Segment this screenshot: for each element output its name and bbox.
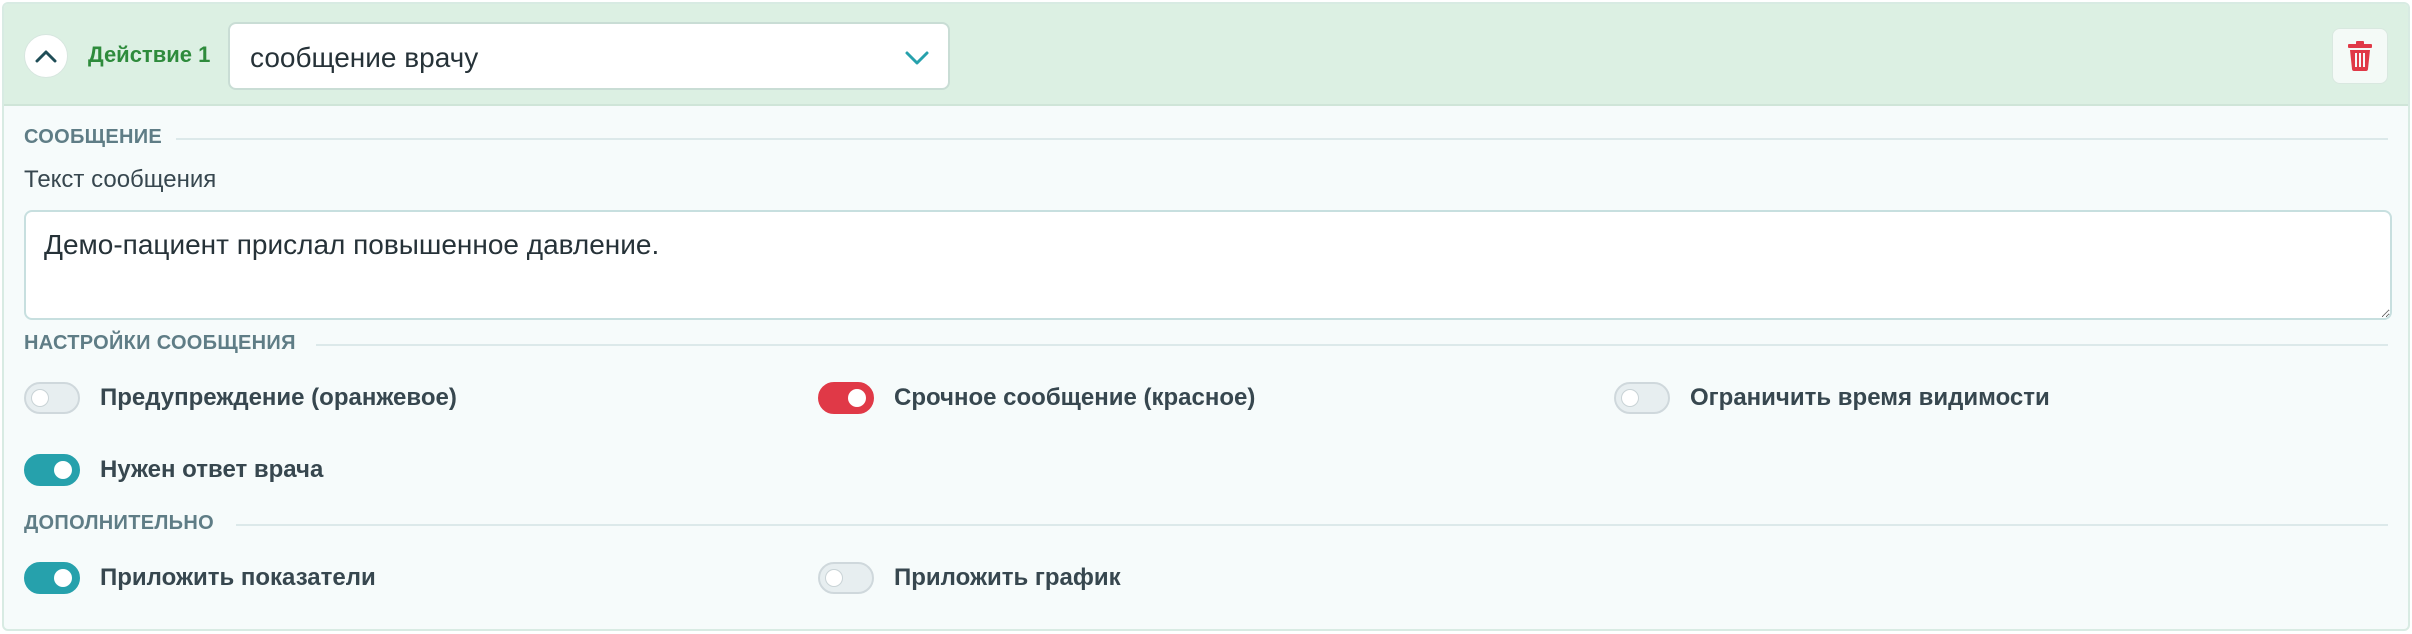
section-divider xyxy=(176,138,2388,140)
action-type-value: сообщение врачу xyxy=(250,42,479,73)
toggle-attach-chart[interactable]: Приложить график xyxy=(818,560,1121,596)
toggle-label: Срочное сообщение (красное) xyxy=(894,384,1256,411)
toggle-switch[interactable] xyxy=(24,454,80,486)
trash-icon xyxy=(2348,41,2372,71)
toggle-attach-indicators[interactable]: Приложить показатели xyxy=(24,560,376,596)
section-title-extra: ДОПОЛНИТЕЛЬНО xyxy=(24,512,214,534)
section-title-settings: НАСТРОЙКИ СООБЩЕНИЯ xyxy=(24,332,296,354)
action-number-label: Действие 1 xyxy=(88,42,211,67)
message-text-input[interactable]: Демо-пациент прислал повышенное давление… xyxy=(24,210,2392,320)
delete-action-button[interactable] xyxy=(2332,28,2388,84)
action-type-select[interactable]: сообщение врачу xyxy=(228,22,950,90)
toggle-label: Предупреждение (оранжевое) xyxy=(100,384,457,411)
toggle-label: Нужен ответ врача xyxy=(100,456,324,483)
chevron-down-icon xyxy=(905,51,929,65)
message-text-label: Текст сообщения xyxy=(24,166,217,193)
toggle-switch[interactable] xyxy=(24,382,80,414)
toggle-switch[interactable] xyxy=(818,562,874,594)
action-card: Действие 1 сообщение врачу СООБЩЕНИЕ Тек… xyxy=(2,2,2410,631)
toggle-label: Ограничить время видимости xyxy=(1690,384,2050,411)
toggle-warning-orange[interactable]: Предупреждение (оранжевое) xyxy=(24,380,457,416)
toggle-label: Приложить график xyxy=(894,564,1121,591)
toggle-doctor-reply[interactable]: Нужен ответ врача xyxy=(24,452,323,488)
toggle-switch[interactable] xyxy=(818,382,874,414)
section-divider xyxy=(316,344,2388,346)
toggle-label: Приложить показатели xyxy=(100,564,376,591)
toggle-limit-visibility[interactable]: Ограничить время видимости xyxy=(1614,380,2050,416)
action-header: Действие 1 сообщение врачу xyxy=(4,4,2408,106)
chevron-up-icon xyxy=(35,50,57,63)
section-divider xyxy=(236,524,2388,526)
toggle-switch[interactable] xyxy=(24,562,80,594)
section-title-message: СООБЩЕНИЕ xyxy=(24,126,163,148)
toggle-switch[interactable] xyxy=(1614,382,1670,414)
toggle-urgent-red[interactable]: Срочное сообщение (красное) xyxy=(818,380,1255,416)
collapse-button[interactable] xyxy=(24,34,68,78)
